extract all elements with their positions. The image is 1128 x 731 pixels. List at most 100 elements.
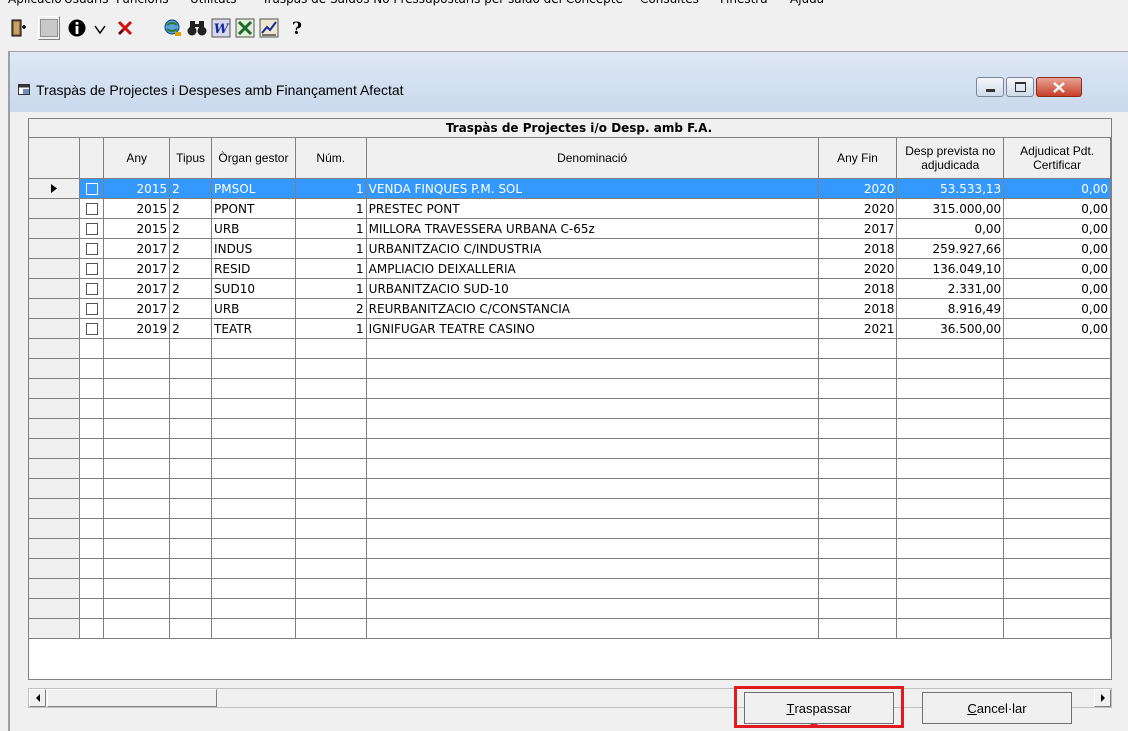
cell-anyfin[interactable]: 2020 [818,198,898,219]
maximize-button[interactable] [1006,77,1034,97]
exit-icon[interactable] [8,16,30,40]
cell-tipus[interactable] [169,598,213,619]
cell-adj[interactable] [1003,538,1111,559]
empty-row[interactable] [29,578,1111,599]
cell-adj[interactable] [1003,598,1111,619]
column-header[interactable]: Òrgan gestor [211,138,296,179]
word-icon[interactable]: W [210,16,232,40]
cell-num[interactable]: 1 [295,318,367,339]
cell-adj[interactable] [1003,418,1111,439]
cell-organ[interactable]: INDUS [211,238,296,259]
menu-item[interactable]: Finestra [720,0,768,6]
scroll-left-button[interactable] [29,689,46,707]
row-checkbox[interactable] [85,303,98,315]
cell-num[interactable] [295,578,367,599]
cell-num[interactable] [295,518,367,539]
cell-anyfin[interactable]: 2020 [818,258,898,279]
scroll-right-button[interactable] [1094,689,1111,707]
cell-tipus[interactable]: 2 [169,318,213,339]
cell-tipus[interactable] [169,338,213,359]
cell-anyfin[interactable] [818,338,898,359]
cell-adj[interactable]: 0,00 [1003,278,1111,299]
cell-desp[interactable] [896,618,1005,639]
row-checkbox[interactable] [85,183,98,195]
cell-organ[interactable]: PMSOL [211,178,296,199]
cell-num[interactable] [295,498,367,519]
row-indicator[interactable] [29,378,81,399]
row-checkbox-cell[interactable] [79,278,105,299]
cell-organ[interactable]: RESID [211,258,296,279]
row-indicator[interactable] [29,498,81,519]
cell-desp[interactable] [896,418,1005,439]
cell-den[interactable] [366,358,819,379]
cell-any[interactable] [103,498,171,519]
cell-num[interactable]: 1 [295,178,367,199]
row-indicator[interactable] [29,258,81,279]
row-indicator[interactable] [29,178,81,199]
cell-anyfin[interactable] [818,458,898,479]
chart-icon[interactable] [258,16,280,40]
table-row[interactable]: 2017 2 RESID 1 AMPLIACIO DEIXALLERIA 2020 136.… [29,258,1111,279]
cell-any[interactable] [103,458,171,479]
cell-desp[interactable] [896,598,1005,619]
cell-num[interactable] [295,398,367,419]
row-indicator[interactable] [29,278,81,299]
column-header[interactable] [29,138,81,179]
cell-den[interactable]: REURBANITZACIO C/CONSTANCIA [366,298,819,319]
row-indicator[interactable] [29,218,81,239]
row-indicator[interactable] [29,398,81,419]
cell-num[interactable] [295,558,367,579]
cell-organ[interactable] [211,598,296,619]
row-checkbox-cell[interactable] [79,578,105,599]
table-row[interactable]: 2019 2 TEATR 1 IGNIFUGAR TEATRE CASINO 2021 36… [29,318,1111,339]
cell-anyfin[interactable] [818,378,898,399]
cell-adj[interactable] [1003,398,1111,419]
cell-num[interactable] [295,358,367,379]
empty-row[interactable] [29,458,1111,479]
cell-den[interactable] [366,598,819,619]
cell-num[interactable] [295,338,367,359]
close-button[interactable] [1036,77,1082,97]
menu-item[interactable]: Usuaris [64,0,109,6]
cell-adj[interactable] [1003,578,1111,599]
cell-num[interactable] [295,458,367,479]
cell-adj[interactable] [1003,558,1111,579]
empty-row[interactable] [29,498,1111,519]
cell-tipus[interactable] [169,518,213,539]
menu-item[interactable]: Utilitats [190,0,237,6]
cell-desp[interactable]: 315.000,00 [896,198,1005,219]
row-checkbox-cell[interactable] [79,298,105,319]
row-indicator[interactable] [29,478,81,499]
row-checkbox-cell[interactable] [79,198,105,219]
column-header[interactable]: Adjudicat Pdt. Certificar [1003,138,1111,179]
row-checkbox[interactable] [85,223,98,235]
cell-any[interactable] [103,518,171,539]
row-indicator[interactable] [29,558,81,579]
cell-desp[interactable] [896,398,1005,419]
column-header[interactable]: Any Fin [818,138,898,179]
cell-num[interactable] [295,438,367,459]
cell-tipus[interactable] [169,498,213,519]
cell-organ[interactable] [211,338,296,359]
cell-any[interactable]: 2015 [103,178,171,199]
cell-anyfin[interactable]: 2017 [818,218,898,239]
cell-desp[interactable] [896,518,1005,539]
row-checkbox[interactable] [85,243,98,255]
cell-tipus[interactable]: 2 [169,298,213,319]
column-header[interactable]: Denominació [366,138,819,179]
table-row[interactable]: 2017 2 URB 2 REURBANITZACIO C/CONSTANCIA 2018… [29,298,1111,319]
cell-any[interactable]: 2019 [103,318,171,339]
scroll-thumb[interactable] [47,689,217,707]
row-checkbox[interactable] [85,283,98,295]
cell-tipus[interactable] [169,458,213,479]
cell-desp[interactable] [896,538,1005,559]
cell-den[interactable]: VENDA FINQUES P.M. SOL [366,178,819,199]
cell-organ[interactable] [211,418,296,439]
cell-den[interactable] [366,618,819,639]
column-header[interactable]: Desp prevista no adjudicada [896,138,1005,179]
cell-desp[interactable]: 2.331,00 [896,278,1005,299]
cell-organ[interactable]: TEATR [211,318,296,339]
row-checkbox-cell[interactable] [79,558,105,579]
cell-num[interactable] [295,378,367,399]
cell-anyfin[interactable] [818,398,898,419]
